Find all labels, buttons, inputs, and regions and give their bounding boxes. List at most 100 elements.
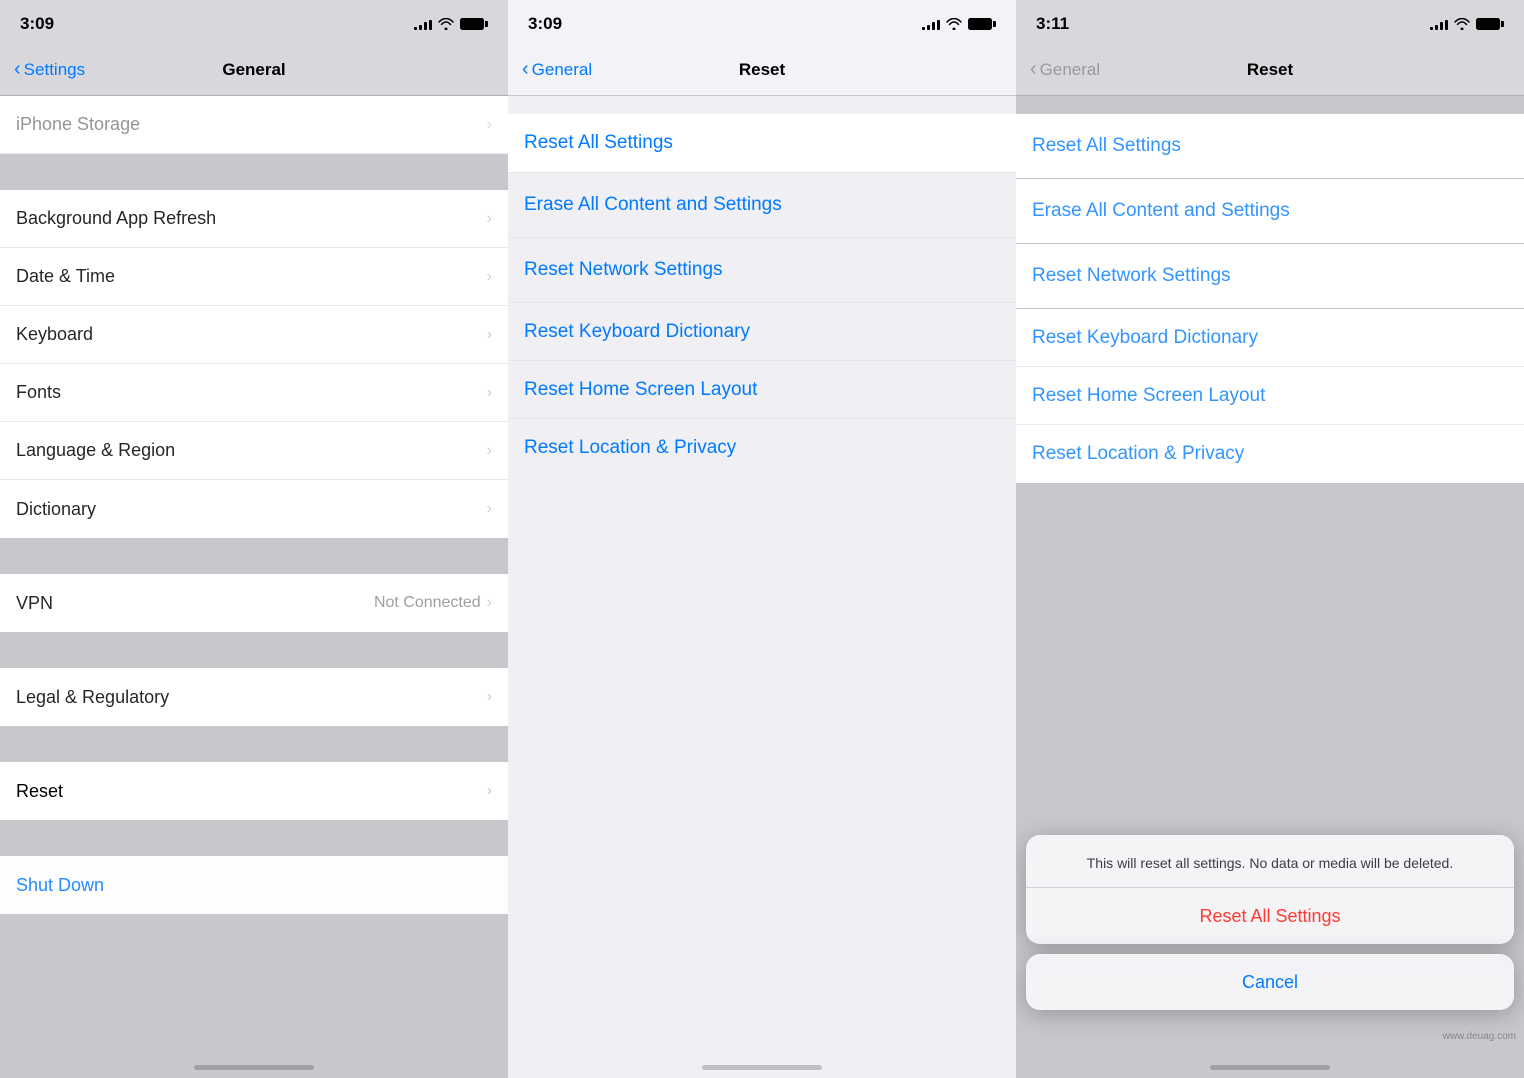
alert-box: This will reset all settings. No data or… <box>1026 835 1514 944</box>
nav-back-label-3[interactable]: General <box>1040 60 1100 80</box>
list-item-shutdown[interactable]: Shut Down <box>0 856 508 914</box>
back-chevron-3: ‹ <box>1030 58 1037 81</box>
nav-back-3[interactable]: ‹ General <box>1030 58 1100 81</box>
section-reset-all-3: Reset All Settings <box>1016 114 1524 178</box>
status-bar-1: 3:09 <box>0 0 508 44</box>
list-item-erase-all[interactable]: Erase All Content and Settings <box>508 173 1016 237</box>
vpn-value: Not Connected <box>374 594 481 612</box>
list-item-reset-network-3[interactable]: Reset Network Settings <box>1016 244 1524 308</box>
divider-1 <box>0 154 508 190</box>
list-item-fonts[interactable]: Fonts › <box>0 364 508 422</box>
nav-title-3: Reset <box>1247 60 1293 80</box>
section-vpn: VPN Not Connected › <box>0 574 508 632</box>
dictionary-label: Dictionary <box>16 499 96 520</box>
divider-5 <box>0 820 508 856</box>
reset-label: Reset <box>16 781 63 802</box>
reset-home-screen-label: Reset Home Screen Layout <box>524 379 757 401</box>
nav-back-1[interactable]: ‹ Settings <box>14 58 85 81</box>
signal-icon-1 <box>414 18 432 30</box>
reset-location-label: Reset Location & Privacy <box>524 437 736 459</box>
language-region-right: › <box>487 442 492 460</box>
time-3: 3:11 <box>1036 14 1069 34</box>
divider-3 <box>0 632 508 668</box>
list-item-reset[interactable]: Reset › <box>0 762 508 820</box>
list-item-legal[interactable]: Legal & Regulatory › <box>0 668 508 726</box>
section-reset-misc: Reset Keyboard Dictionary Reset Home Scr… <box>508 303 1016 477</box>
section-shutdown: Shut Down <box>0 856 508 914</box>
list-item-reset-home-screen[interactable]: Reset Home Screen Layout <box>508 361 1016 419</box>
list-item-reset-keyboard-3[interactable]: Reset Keyboard Dictionary <box>1016 309 1524 367</box>
section-erase: Erase All Content and Settings <box>508 173 1016 237</box>
list-item-language-region[interactable]: Language & Region › <box>0 422 508 480</box>
panel-reset-alert: 3:11 ‹ General Reset <box>1016 0 1524 1078</box>
nav-bar-1: ‹ Settings General <box>0 44 508 96</box>
nav-back-label-1[interactable]: Settings <box>24 60 85 80</box>
home-bar-3 <box>1210 1065 1330 1070</box>
home-indicator-1 <box>0 1044 508 1078</box>
background-app-refresh-label: Background App Refresh <box>16 208 216 229</box>
list-item-background-app-refresh[interactable]: Background App Refresh › <box>0 190 508 248</box>
list-item-reset-all-settings[interactable]: Reset All Settings <box>508 114 1016 172</box>
chevron-vpn: › <box>487 594 492 612</box>
list-item-erase-all-3[interactable]: Erase All Content and Settings <box>1016 179 1524 243</box>
chevron-background-app-refresh: › <box>487 210 492 228</box>
nav-title-2: Reset <box>739 60 785 80</box>
battery-icon-1 <box>460 18 488 30</box>
nav-back-2[interactable]: ‹ General <box>522 58 592 81</box>
date-time-right: › <box>487 268 492 286</box>
vpn-right: Not Connected › <box>374 594 492 612</box>
list-item-reset-location[interactable]: Reset Location & Privacy <box>508 419 1016 477</box>
list-item-reset-keyboard[interactable]: Reset Keyboard Dictionary <box>508 303 1016 361</box>
list-item-vpn[interactable]: VPN Not Connected › <box>0 574 508 632</box>
nav-bar-3: ‹ General Reset <box>1016 44 1524 96</box>
legal-label: Legal & Regulatory <box>16 687 169 708</box>
list-item-keyboard[interactable]: Keyboard › <box>0 306 508 364</box>
list-item-reset-location-3[interactable]: Reset Location & Privacy <box>1016 425 1524 483</box>
content-1: iPhone Storage › Background App Refresh … <box>0 96 508 1044</box>
alert-cancel-button[interactable]: Cancel <box>1026 954 1514 1010</box>
wifi-icon-3 <box>1454 18 1470 30</box>
reset-network-label-3: Reset Network Settings <box>1032 265 1231 287</box>
date-time-label: Date & Time <box>16 266 115 287</box>
list-item-reset-all-settings-3[interactable]: Reset All Settings <box>1016 114 1524 178</box>
status-bar-3: 3:11 <box>1016 0 1524 44</box>
home-indicator-2 <box>508 1044 1016 1078</box>
divider-2 <box>0 538 508 574</box>
shutdown-label: Shut Down <box>16 875 104 896</box>
dictionary-right: › <box>487 500 492 518</box>
list-item-dictionary[interactable]: Dictionary › <box>0 480 508 538</box>
battery-icon-3 <box>1476 18 1504 30</box>
reset-all-settings-label: Reset All Settings <box>524 132 673 154</box>
alert-overlay: This will reset all settings. No data or… <box>1026 835 1514 1010</box>
nav-bar-2: ‹ General Reset <box>508 44 1016 96</box>
section-reset-misc-3: Reset Keyboard Dictionary Reset Home Scr… <box>1016 309 1524 483</box>
chevron-fonts: › <box>487 384 492 402</box>
list-item-date-time[interactable]: Date & Time › <box>0 248 508 306</box>
reset-network-label: Reset Network Settings <box>524 259 723 281</box>
reset-all-settings-label-3: Reset All Settings <box>1032 135 1181 157</box>
signal-icon-2 <box>922 18 940 30</box>
section-reset-all: Reset All Settings <box>508 114 1016 172</box>
reset-home-screen-label-3: Reset Home Screen Layout <box>1032 385 1265 407</box>
panel-reset: 3:09 ‹ General Reset <box>508 0 1016 1078</box>
reset-keyboard-label-3: Reset Keyboard Dictionary <box>1032 327 1258 349</box>
back-chevron-2: ‹ <box>522 58 529 81</box>
time-2: 3:09 <box>528 14 562 34</box>
nav-back-label-2[interactable]: General <box>532 60 592 80</box>
language-region-label: Language & Region <box>16 440 175 461</box>
list-item-reset-home-screen-3[interactable]: Reset Home Screen Layout <box>1016 367 1524 425</box>
list-item-iphone-storage[interactable]: iPhone Storage › <box>0 96 508 154</box>
chevron-legal: › <box>487 688 492 706</box>
status-icons-2 <box>922 18 996 30</box>
chevron-reset: › <box>487 782 492 800</box>
status-bar-2: 3:09 <box>508 0 1016 44</box>
iphone-storage-label: iPhone Storage <box>16 114 140 135</box>
panel-general: 3:09 ‹ Settings General <box>0 0 508 1078</box>
section-main: Background App Refresh › Date & Time › K… <box>0 190 508 538</box>
alert-confirm-button[interactable]: Reset All Settings <box>1026 888 1514 944</box>
erase-all-label: Erase All Content and Settings <box>524 194 782 216</box>
list-item-reset-network[interactable]: Reset Network Settings <box>508 238 1016 302</box>
alert-cancel-box: Cancel <box>1026 954 1514 1010</box>
keyboard-label: Keyboard <box>16 324 93 345</box>
nav-title-1: General <box>222 60 285 80</box>
